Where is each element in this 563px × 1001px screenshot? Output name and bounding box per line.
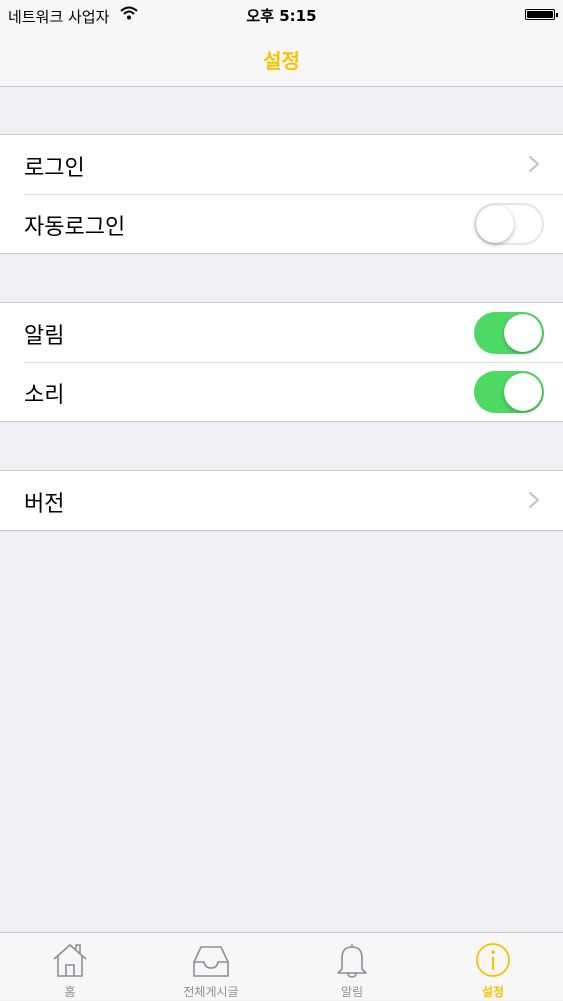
tab-home[interactable]: 홈 [0,933,140,1001]
tab-settings[interactable]: 설정 [423,933,563,1001]
chevron-right-icon [528,155,540,173]
notifications-toggle[interactable] [474,312,544,354]
row-label-login: 로그인 [24,156,85,181]
status-time: 오후 5:15 [246,7,317,25]
settings-row-login[interactable]: 로그인 [0,135,563,194]
chevron-right-icon [528,491,540,509]
inbox-tray-icon [193,946,229,977]
settings-group-notifications: 알림 소리 [0,302,563,422]
tab-all-posts[interactable]: 전체게시글 [141,933,281,1001]
row-label-auto-login: 자동로그인 [24,215,126,240]
settings-row-notifications: 알림 [0,303,563,362]
sound-toggle[interactable] [474,371,544,413]
home-icon [53,943,87,977]
bell-icon [337,944,367,978]
settings-group-account: 로그인 자동로그인 [0,134,563,254]
settings-row-auto-login: 자동로그인 [0,194,563,253]
settings-row-sound: 소리 [0,362,563,421]
battery-icon [525,9,558,20]
status-bar: 네트워크 사업자 오후 5:15 [0,0,563,30]
tab-bar: 홈 전체게시글 알림 설정 [0,932,563,1000]
auto-login-toggle[interactable] [474,203,544,245]
info-circle-icon [476,943,510,977]
toggle-knob [504,373,542,411]
settings-group-about: 버전 [0,470,563,531]
tab-notifications[interactable]: 알림 [282,933,422,1001]
toggle-knob [504,314,542,352]
tab-label-notifications: 알림 [340,985,364,999]
navigation-bar: 설정 [0,30,563,87]
tab-label-home: 홈 [64,985,76,999]
row-label-version: 버전 [24,492,65,517]
tab-label-settings: 설정 [481,985,505,999]
row-label-sound: 소리 [24,383,65,408]
settings-row-version[interactable]: 버전 [0,471,563,530]
page-title: 설정 [263,49,300,73]
row-label-notifications: 알림 [24,324,65,349]
tab-label-all-posts: 전체게시글 [183,985,239,999]
toggle-knob [476,205,514,243]
